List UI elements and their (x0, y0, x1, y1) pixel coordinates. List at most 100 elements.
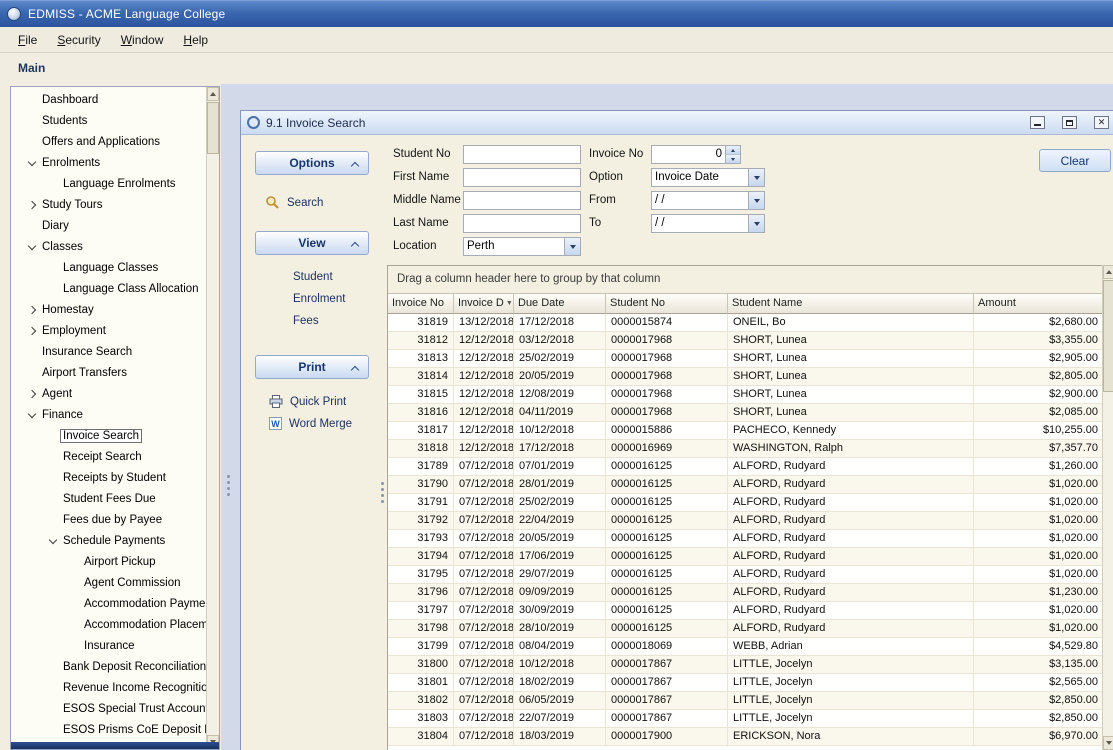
tree-item[interactable]: Bank Deposit Reconciliation (11, 656, 206, 677)
column-header[interactable]: Due Date (514, 294, 606, 314)
table-row[interactable]: 3180107/12/201818/02/20190000017867LITTL… (388, 674, 1102, 692)
tree-item[interactable]: Finance (11, 404, 206, 425)
tree-item[interactable]: Receipt Search (11, 446, 206, 467)
panel-splitter-grip[interactable] (381, 479, 384, 506)
location-select[interactable]: Perth (463, 237, 581, 256)
column-header[interactable]: Student Name (728, 294, 974, 314)
tree-item[interactable]: Homestay (11, 299, 206, 320)
collapse-arrow-icon[interactable] (46, 539, 60, 543)
menu-security[interactable]: Security (47, 29, 110, 51)
tree-item[interactable]: Employment (11, 320, 206, 341)
table-row[interactable]: 3179707/12/201830/09/20190000016125ALFOR… (388, 602, 1102, 620)
quick-print-button[interactable]: Quick Print (269, 395, 346, 408)
table-row[interactable]: 3181212/12/201803/12/20180000017968SHORT… (388, 332, 1102, 350)
table-row[interactable]: 3180207/12/201806/05/20190000017867LITTL… (388, 692, 1102, 710)
column-header[interactable]: Student No (606, 294, 728, 314)
splitter-grip[interactable] (227, 472, 230, 499)
dropdown-arrow-icon[interactable] (748, 169, 764, 186)
table-row[interactable]: 3181913/12/201817/12/20180000015874ONEIL… (388, 314, 1102, 332)
group-by-bar[interactable]: Drag a column header here to group by th… (388, 266, 1102, 294)
expand-arrow-icon[interactable] (25, 328, 39, 334)
table-row[interactable]: 3179907/12/201808/04/20190000018069WEBB,… (388, 638, 1102, 656)
tree-item[interactable]: Classes (11, 236, 206, 257)
table-row[interactable]: 3181612/12/201804/11/20190000017968SHORT… (388, 404, 1102, 422)
tree-item[interactable]: Revenue Income Recognition (11, 677, 206, 698)
table-row[interactable]: 3178907/12/201807/01/20190000016125ALFOR… (388, 458, 1102, 476)
tree-item[interactable]: Insurance (11, 635, 206, 656)
expand-arrow-icon[interactable] (25, 391, 39, 397)
scroll-up-icon[interactable] (1103, 265, 1113, 279)
menu-help[interactable]: Help (173, 29, 218, 51)
table-row[interactable]: 3181512/12/201812/08/20190000017968SHORT… (388, 386, 1102, 404)
option-select[interactable]: Invoice Date (651, 168, 765, 187)
collapse-arrow-icon[interactable] (25, 245, 39, 249)
tree-item[interactable]: Agent (11, 383, 206, 404)
scrollbar-thumb[interactable] (1103, 280, 1113, 392)
table-row[interactable]: 3181812/12/201817/12/20180000016969WASHI… (388, 440, 1102, 458)
tree-item[interactable]: Dashboard (11, 89, 206, 110)
table-row[interactable]: 3179107/12/201825/02/20190000016125ALFOR… (388, 494, 1102, 512)
menu-file[interactable]: File (8, 29, 47, 51)
tree-item[interactable]: Airport Pickup (11, 551, 206, 572)
tree-item[interactable]: Receipts by Student (11, 467, 206, 488)
search-button[interactable]: Search (265, 195, 323, 210)
sidebar-scrollbar[interactable] (206, 87, 219, 749)
dropdown-arrow-icon[interactable] (748, 192, 764, 209)
table-row[interactable]: 3179007/12/201828/01/20190000016125ALFOR… (388, 476, 1102, 494)
column-header[interactable]: Invoice No (388, 294, 454, 314)
column-header[interactable]: Invoice D▼ (454, 294, 514, 314)
last-name-input[interactable] (463, 214, 581, 233)
tree-item[interactable]: Accommodation Payment (11, 593, 206, 614)
first-name-input[interactable] (463, 168, 581, 187)
spin-down-icon[interactable] (726, 155, 740, 163)
table-row[interactable]: 3179207/12/201822/04/20190000016125ALFOR… (388, 512, 1102, 530)
table-row[interactable]: 3179807/12/201828/10/20190000016125ALFOR… (388, 620, 1102, 638)
table-row[interactable]: 3179307/12/201820/05/20190000016125ALFOR… (388, 530, 1102, 548)
scrollbar-thumb[interactable] (207, 102, 219, 154)
menu-window[interactable]: Window (111, 29, 174, 51)
tree-item[interactable]: Insurance Search (11, 341, 206, 362)
view-fees-link[interactable]: Fees (293, 315, 319, 327)
tree-item[interactable]: Diary (11, 215, 206, 236)
student-no-input[interactable] (463, 145, 581, 164)
tree-item[interactable]: Fees due by Payee (11, 509, 206, 530)
invoice-no-stepper[interactable]: 0 (651, 145, 741, 164)
column-header[interactable]: Amount (974, 294, 1104, 314)
view-panel-button[interactable]: View (255, 231, 369, 255)
tree-item[interactable]: Enrolments (11, 152, 206, 173)
print-panel-button[interactable]: Print (255, 355, 369, 379)
table-row[interactable]: 3179407/12/201817/06/20190000016125ALFOR… (388, 548, 1102, 566)
table-row[interactable]: 3180307/12/201822/07/20190000017867LITTL… (388, 710, 1102, 728)
tree-item[interactable]: Student Fees Due (11, 488, 206, 509)
from-date-input[interactable]: / / (651, 191, 765, 210)
table-row[interactable]: 3181312/12/201825/02/20190000017968SHORT… (388, 350, 1102, 368)
table-row[interactable]: 3180007/12/201810/12/20180000017867LITTL… (388, 656, 1102, 674)
tree-item[interactable]: Accommodation Placement (11, 614, 206, 635)
middle-name-input[interactable] (463, 191, 581, 210)
dropdown-arrow-icon[interactable] (564, 238, 580, 255)
collapse-arrow-icon[interactable] (25, 413, 39, 417)
scroll-down-icon[interactable] (1103, 736, 1113, 750)
view-enrolment-link[interactable]: Enrolment (293, 293, 345, 305)
close-button[interactable]: ✕ (1094, 116, 1109, 129)
tree-item[interactable]: Invoice Search (11, 425, 206, 446)
grid-scrollbar[interactable] (1102, 265, 1113, 750)
tree-item[interactable]: Airport Transfers (11, 362, 206, 383)
dropdown-arrow-icon[interactable] (748, 215, 764, 232)
table-row[interactable]: 3181712/12/201810/12/20180000015886PACHE… (388, 422, 1102, 440)
tree-item[interactable]: Students (11, 110, 206, 131)
table-row[interactable]: 3181412/12/201820/05/20190000017968SHORT… (388, 368, 1102, 386)
clear-button[interactable]: Clear (1039, 149, 1111, 172)
spin-up-icon[interactable] (726, 146, 740, 155)
minimize-button[interactable] (1030, 116, 1045, 129)
expand-arrow-icon[interactable] (25, 202, 39, 208)
options-panel-button[interactable]: Options (255, 151, 369, 175)
table-row[interactable]: 3179507/12/201829/07/20190000016125ALFOR… (388, 566, 1102, 584)
tree-item[interactable]: Language Enrolments (11, 173, 206, 194)
invoice-window-titlebar[interactable]: 9.1 Invoice Search ✕ (241, 111, 1113, 135)
table-row[interactable]: 3179607/12/201809/09/20190000016125ALFOR… (388, 584, 1102, 602)
view-student-link[interactable]: Student (293, 271, 333, 283)
tree-item[interactable]: ESOS Prisms CoE Deposit Expor (11, 719, 206, 740)
scroll-up-icon[interactable] (207, 87, 219, 101)
collapse-arrow-icon[interactable] (25, 161, 39, 165)
